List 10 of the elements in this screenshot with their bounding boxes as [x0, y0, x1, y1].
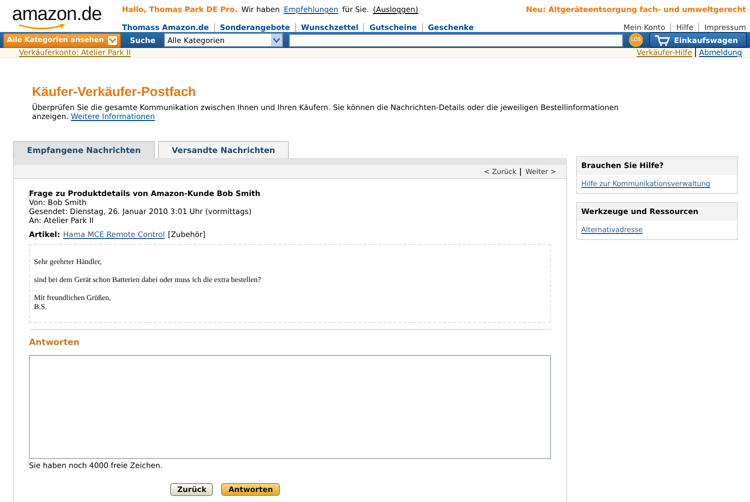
- cart-icon: [654, 34, 670, 46]
- tab[interactable]: Empfangene Nachrichten: [13, 141, 155, 158]
- caret-icon: [271, 34, 282, 46]
- reply-heading: Antworten: [29, 338, 80, 348]
- tab[interactable]: Versandte Nachrichten: [158, 141, 290, 158]
- search-field[interactable]: [289, 34, 623, 46]
- caret-icon: [108, 36, 117, 44]
- reply-field[interactable]: [29, 355, 552, 459]
- amazon-logo[interactable]: amazon.de: [0, 0, 122, 32]
- page-title: Käufer-Verkäufer-Postfach: [32, 84, 197, 99]
